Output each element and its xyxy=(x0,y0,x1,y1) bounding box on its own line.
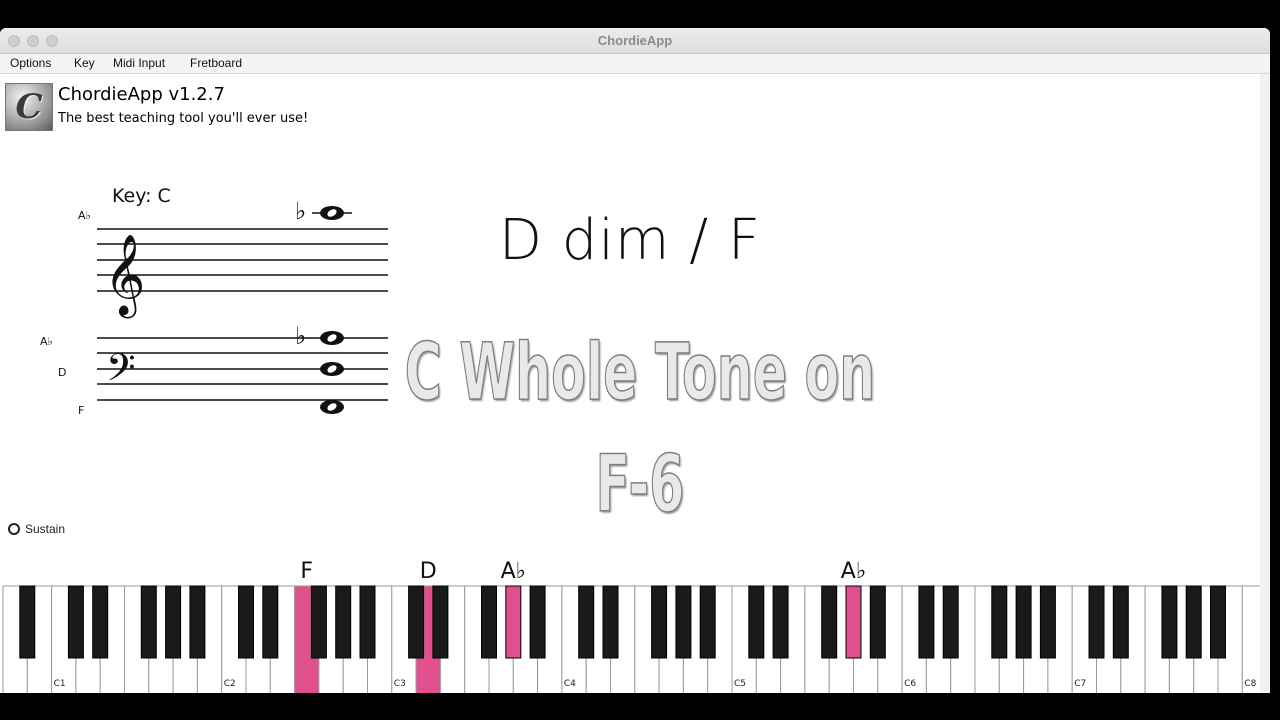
piano-black-key[interactable] xyxy=(310,585,327,659)
piano-black-key[interactable] xyxy=(432,585,449,659)
octave-label: C7 xyxy=(1074,679,1086,689)
piano-black-key[interactable] xyxy=(942,585,959,659)
piano-black-key[interactable] xyxy=(918,585,935,659)
key-label-f: F xyxy=(300,559,313,584)
piano-black-key[interactable] xyxy=(1112,585,1129,659)
octave-label: C6 xyxy=(904,679,916,689)
chord-name: D dim / F xyxy=(498,208,762,273)
flat-icon: ♭ xyxy=(295,197,306,225)
piano-black-key[interactable] xyxy=(699,585,716,659)
octave-label: C4 xyxy=(564,679,576,689)
piano-black-key[interactable] xyxy=(262,585,279,659)
key-label-ab3: A♭ xyxy=(501,559,526,584)
octave-label: C8 xyxy=(1244,679,1256,689)
key-label-ab5: A♭ xyxy=(841,559,866,584)
piano-black-key[interactable] xyxy=(1185,585,1202,659)
piano-black-key[interactable] xyxy=(481,585,497,659)
grand-staff: Key: C A♭ 𝄞 ♭ A♭ D F 𝄢 ♭ xyxy=(40,185,388,417)
piano-black-key[interactable] xyxy=(821,585,838,659)
piano-black-key[interactable] xyxy=(140,585,157,659)
piano-black-key[interactable] xyxy=(92,585,109,659)
piano-black-key[interactable] xyxy=(772,585,789,659)
octave-label: C1 xyxy=(54,679,66,689)
bass-note-label-d: D xyxy=(58,366,66,379)
piano-black-key[interactable] xyxy=(1039,585,1056,659)
piano-black-key[interactable] xyxy=(505,585,522,659)
piano-black-key[interactable] xyxy=(1161,585,1178,659)
piano-black-key[interactable] xyxy=(408,585,425,659)
piano-black-key[interactable] xyxy=(67,585,84,659)
key-label: Key: C xyxy=(112,185,171,207)
piano-black-key[interactable] xyxy=(578,585,595,659)
bass-staff-lines xyxy=(97,337,388,401)
sustain-radio[interactable] xyxy=(8,523,20,535)
sustain-toggle[interactable]: Sustain xyxy=(8,522,65,536)
piano-black-key[interactable] xyxy=(845,585,862,659)
key-label-d: D xyxy=(420,559,437,584)
bass-note-label-ab: A♭ xyxy=(40,335,53,348)
sustain-label: Sustain xyxy=(25,522,66,536)
piano-black-key[interactable] xyxy=(651,585,668,659)
scale-title-line2: F-6 xyxy=(595,439,685,531)
piano-black-key[interactable] xyxy=(165,585,182,659)
piano-black-key[interactable] xyxy=(675,585,692,659)
piano-black-key[interactable] xyxy=(189,585,206,659)
treble-clef-icon: 𝄞 xyxy=(104,233,145,318)
piano-black-key[interactable] xyxy=(748,585,765,659)
piano-black-key[interactable] xyxy=(869,585,886,659)
octave-label: C2 xyxy=(224,679,236,689)
scale-title-line1: C Whole Tone on xyxy=(404,327,876,419)
app-window: ChordieApp Options Key Midi Input Fretbo… xyxy=(0,28,1270,693)
piano-black-key[interactable] xyxy=(1088,585,1105,659)
treble-note-label: A♭ xyxy=(78,209,91,222)
bass-note-label-f: F xyxy=(78,404,84,417)
piano-black-key[interactable] xyxy=(602,585,619,659)
piano-black-key[interactable] xyxy=(529,585,546,659)
piano-black-key[interactable] xyxy=(1210,585,1226,659)
vertical-scrollbar[interactable] xyxy=(1260,74,1270,693)
piano-black-key[interactable] xyxy=(991,585,1008,659)
octave-label: C5 xyxy=(734,679,746,689)
piano-black-key[interactable] xyxy=(19,585,36,659)
piano-black-key[interactable] xyxy=(238,585,254,659)
piano-black-key[interactable] xyxy=(1015,585,1032,659)
piano-black-key[interactable] xyxy=(359,585,376,659)
octave-label: C3 xyxy=(394,679,406,689)
bass-clef-icon: 𝄢 xyxy=(106,345,136,399)
piano-black-key[interactable] xyxy=(335,585,352,659)
flat-icon: ♭ xyxy=(295,322,306,350)
piano-keyboard[interactable]: C1 C2 C3 C4 C5 C6 C7 C8 F D A♭ A♭ xyxy=(0,554,1270,693)
